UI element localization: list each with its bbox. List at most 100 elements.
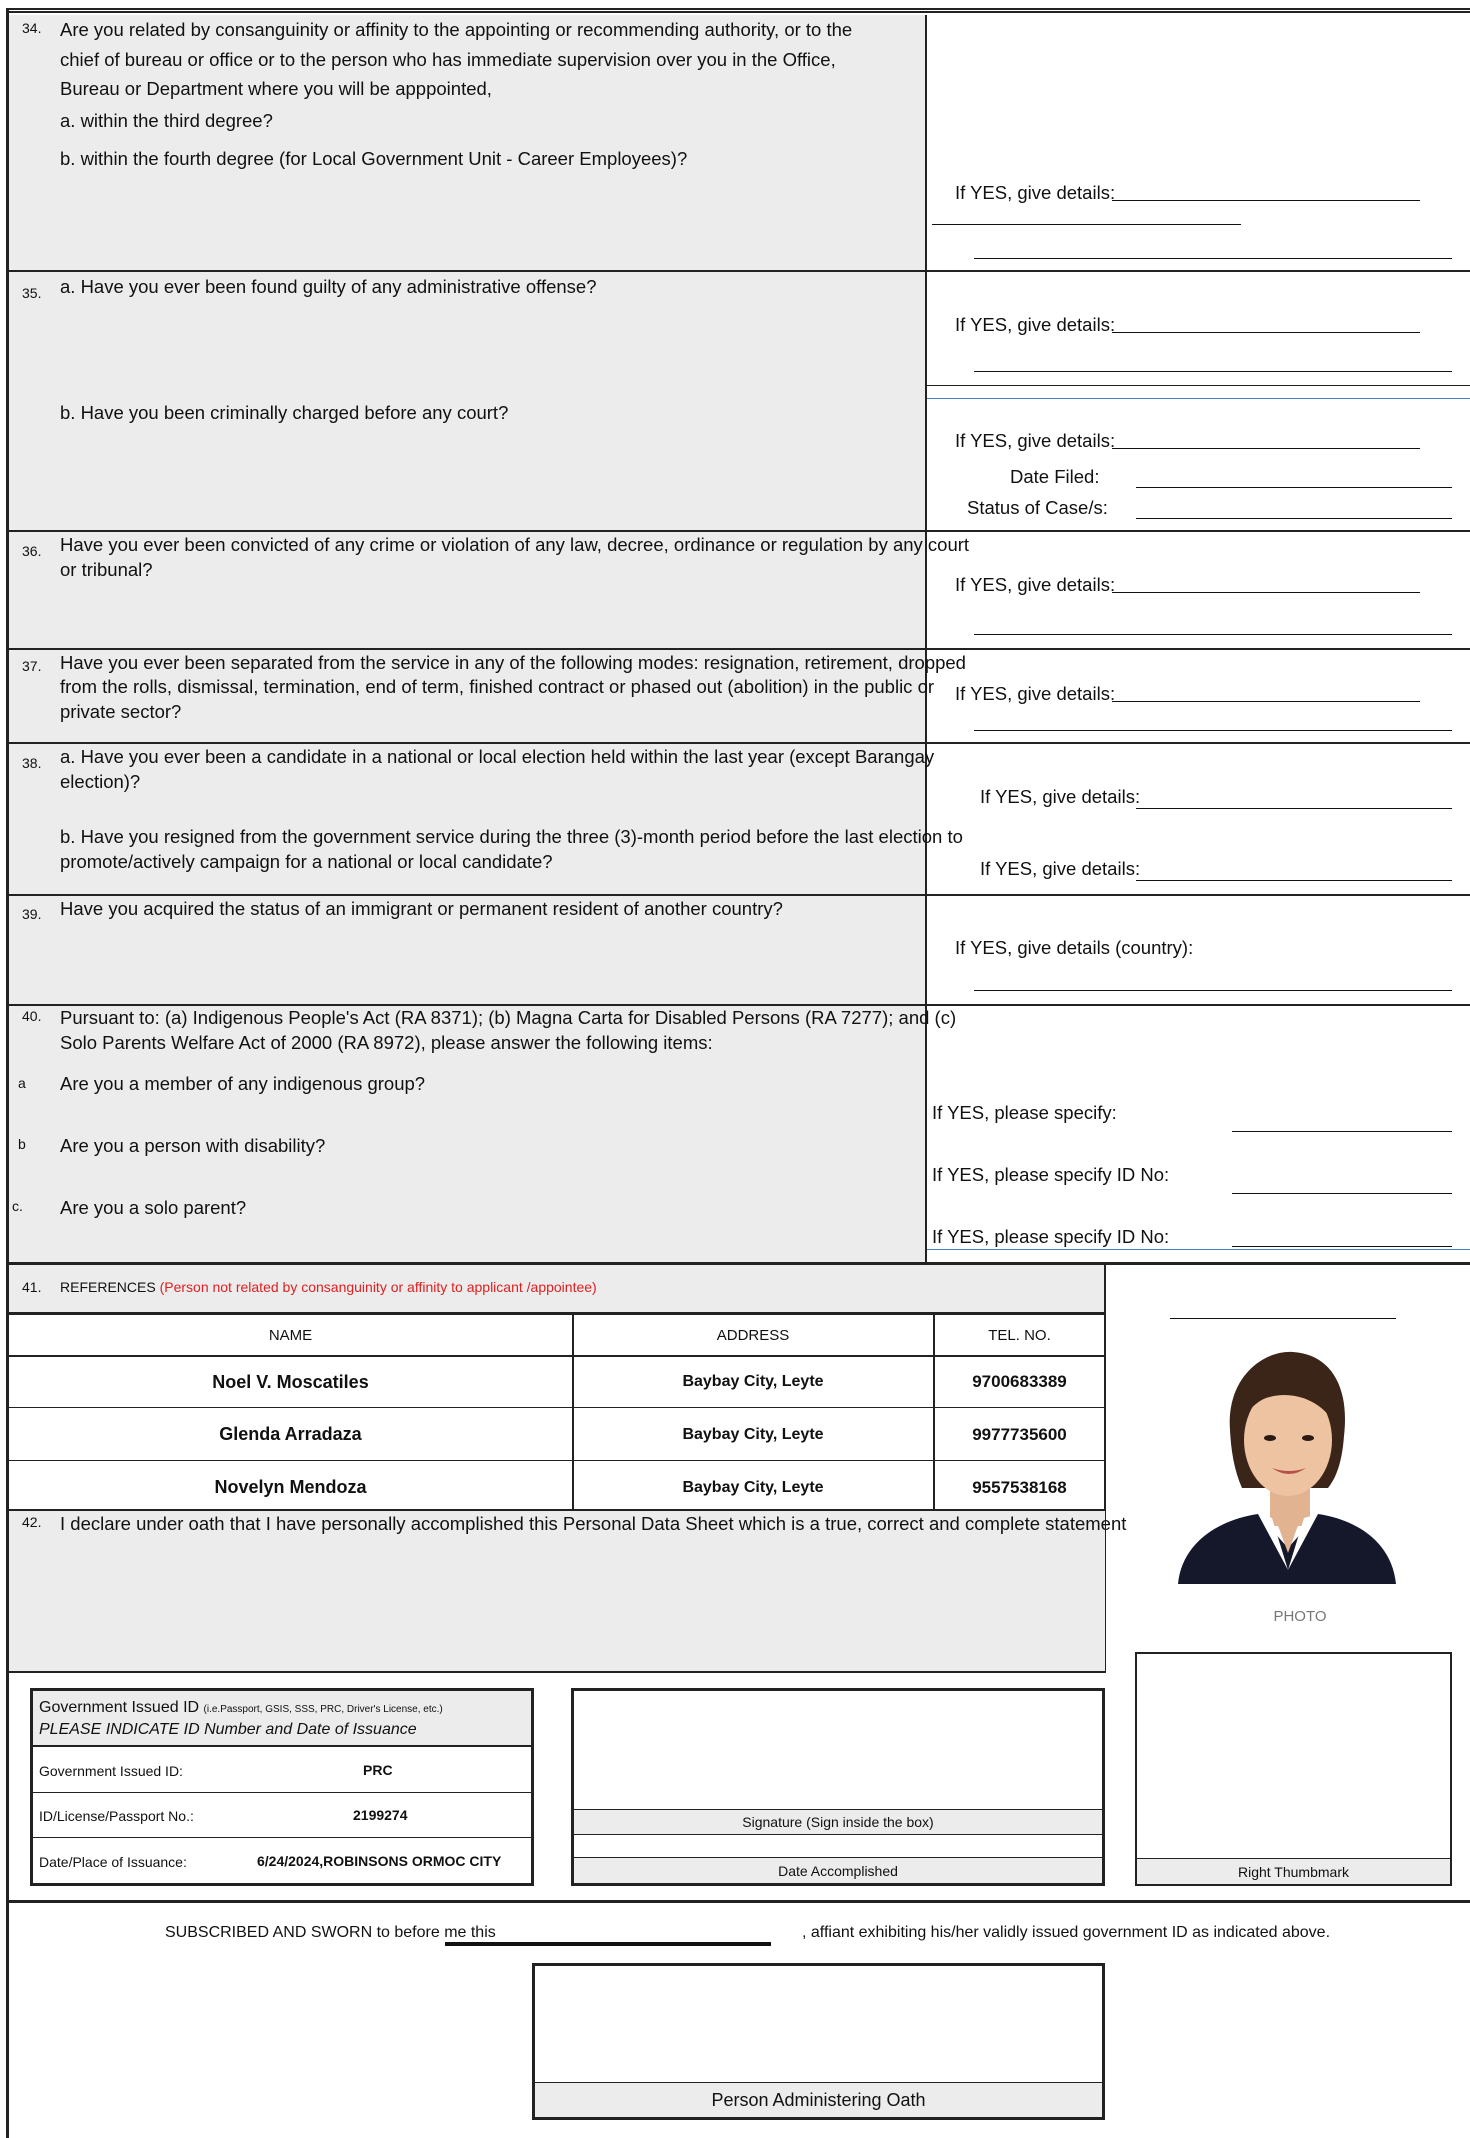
oath-text-after: , affiant exhibiting his/her validly iss… bbox=[802, 1924, 1331, 1941]
q40-item-c: Are you a solo parent? bbox=[60, 1197, 247, 1218]
references-title: REFERENCES (Person not related by consan… bbox=[60, 1279, 597, 1295]
q37-number: 37. bbox=[22, 658, 42, 674]
references-header-address: ADDRESS bbox=[716, 1326, 790, 1344]
q38-details-b-label: If YES, give details: bbox=[980, 858, 1141, 879]
gov-id-row-divider bbox=[33, 1792, 531, 1793]
references-row-divider bbox=[9, 1407, 1105, 1408]
gov-id-title: Government Issued ID bbox=[39, 1699, 200, 1716]
q40-text-line1: Pursuant to: (a) Indigenous People's Act… bbox=[60, 1007, 957, 1028]
date-accomplished-label: Date Accomplished bbox=[574, 1857, 1102, 1883]
reference-name: Novelyn Mendoza bbox=[214, 1477, 367, 1497]
photo-label: PHOTO bbox=[1273, 1608, 1327, 1625]
q40-letter-b: b bbox=[18, 1136, 26, 1152]
q40-bottom-blue-line bbox=[927, 1249, 1470, 1250]
gov-id-number-label: ID/License/Passport No.: bbox=[39, 1808, 194, 1824]
q35-details-b-field[interactable] bbox=[1112, 448, 1420, 449]
q39-details-label: If YES, give details (country): bbox=[955, 937, 1194, 958]
row-divider bbox=[8, 742, 1470, 744]
gov-id-title-line: Government Issued ID (i.e.Passport, GSIS… bbox=[39, 1699, 443, 1717]
q39-details-field[interactable] bbox=[974, 990, 1452, 991]
reference-name: Glenda Arradaza bbox=[219, 1424, 362, 1444]
q35-status-label: Status of Case/s: bbox=[967, 497, 1108, 518]
q34-details-field-3[interactable] bbox=[974, 258, 1452, 259]
q35-item-b: b. Have you been criminally charged befo… bbox=[60, 402, 509, 423]
thumbmark-label: Right Thumbmark bbox=[1137, 1858, 1450, 1884]
gov-id-subtitle: PLEASE INDICATE ID Number and Date of Is… bbox=[39, 1721, 417, 1738]
photo-portrait-icon bbox=[1178, 1351, 1396, 1584]
gov-id-type-label: Government Issued ID: bbox=[39, 1763, 183, 1779]
reference-address: Baybay City, Leyte bbox=[682, 1425, 824, 1443]
references-header-row: NAME ADDRESS TEL. NO. bbox=[9, 1315, 1105, 1355]
q37-text-line3: private sector? bbox=[60, 701, 182, 722]
q35-item-a: a. Have you ever been found guilty of an… bbox=[60, 276, 597, 297]
references-note: (Person not related by consanguinity or … bbox=[159, 1279, 597, 1295]
q37-details-field[interactable] bbox=[1112, 701, 1420, 702]
top-border bbox=[8, 8, 1470, 13]
reference-tel: 9700683389 bbox=[972, 1372, 1067, 1391]
q34-details-field-2[interactable] bbox=[932, 224, 1241, 225]
q34-text-line2: chief of bureau or office or to the pers… bbox=[60, 49, 836, 70]
column-divider bbox=[925, 15, 927, 1263]
q38-details-b-field[interactable] bbox=[1136, 880, 1452, 881]
q37-details-field-2[interactable] bbox=[974, 730, 1452, 731]
q34-details-field[interactable] bbox=[1112, 200, 1420, 201]
q34-text-line1: Are you related by consanguinity or affi… bbox=[60, 19, 853, 40]
references-header-name: NAME bbox=[268, 1326, 313, 1344]
q35-status-field[interactable] bbox=[1136, 518, 1452, 519]
q35-details-a-label: If YES, give details: bbox=[955, 314, 1116, 335]
gov-id-date-label: Date/Place of Issuance: bbox=[39, 1854, 187, 1870]
q38-details-a-label: If YES, give details: bbox=[980, 786, 1141, 807]
reference-tel: 9977735600 bbox=[972, 1424, 1067, 1444]
q39-number: 39. bbox=[22, 906, 42, 922]
row-divider bbox=[8, 530, 1470, 532]
gov-id-row-divider bbox=[33, 1837, 531, 1838]
photo bbox=[1168, 1338, 1402, 1584]
references-row-divider bbox=[9, 1460, 1105, 1461]
gov-id-number-value: 2199274 bbox=[353, 1807, 408, 1823]
references-table: NAME ADDRESS TEL. NO. Noel V. Moscatiles… bbox=[9, 1312, 1105, 1513]
oath-box-label: Person Administering Oath bbox=[535, 2082, 1102, 2117]
reference-address: Baybay City, Leyte bbox=[682, 1478, 824, 1496]
q40-letter-c: c. bbox=[12, 1198, 23, 1214]
oath-box[interactable]: Person Administering Oath bbox=[532, 1963, 1105, 2120]
q38-item-b-line1: b. Have you resigned from the government… bbox=[60, 826, 963, 847]
reference-tel: 9557538168 bbox=[972, 1477, 1067, 1497]
thumbmark-box[interactable]: Right Thumbmark bbox=[1135, 1652, 1452, 1886]
q38-item-a-line2: election)? bbox=[60, 771, 141, 792]
q35-date-filed-field[interactable] bbox=[1136, 487, 1452, 488]
table-row: Novelyn Mendoza Baybay City, Leyte 95575… bbox=[9, 1462, 1105, 1513]
q35-details-a-field[interactable] bbox=[1112, 332, 1420, 333]
section-divider bbox=[8, 1900, 1470, 1903]
q38-item-a-line1: a. Have you ever been a candidate in a n… bbox=[60, 746, 935, 767]
q35-inner-divider-blue bbox=[927, 398, 1470, 399]
q38-details-a-field[interactable] bbox=[1136, 808, 1452, 809]
q36-number: 36. bbox=[22, 543, 42, 559]
table-row: Noel V. Moscatiles Baybay City, Leyte 97… bbox=[9, 1357, 1105, 1407]
signature-label: Signature (Sign inside the box) bbox=[574, 1809, 1102, 1835]
gov-id-date-value: 6/24/2024,ROBINSONS ORMOC CITY bbox=[257, 1853, 502, 1869]
signature-box[interactable]: Signature (Sign inside the box) Date Acc… bbox=[571, 1688, 1105, 1886]
q35-inner-divider bbox=[927, 385, 1470, 386]
q36-text-line1: Have you ever been convicted of any crim… bbox=[60, 534, 970, 555]
q35-date-filed-label: Date Filed: bbox=[1010, 466, 1100, 487]
oath-date-field[interactable] bbox=[445, 1942, 771, 1946]
oath-text-before: SUBSCRIBED AND SWORN to before me this bbox=[165, 1924, 496, 1941]
gov-id-type-value: PRC bbox=[363, 1762, 393, 1778]
q40-specify-c-label: If YES, please specify ID No: bbox=[932, 1226, 1170, 1247]
q35-details-a-field-2[interactable] bbox=[974, 371, 1452, 372]
q40-specify-a-label: If YES, please specify: bbox=[932, 1102, 1117, 1123]
q34-number: 34. bbox=[22, 20, 42, 36]
gov-id-title-small: (i.e.Passport, GSIS, SSS, PRC, Driver's … bbox=[203, 1704, 443, 1715]
q34-details-label: If YES, give details: bbox=[955, 182, 1116, 203]
q36-details-field[interactable] bbox=[1112, 592, 1420, 593]
q40-specify-c-field[interactable] bbox=[1232, 1246, 1452, 1247]
q36-details-field-2[interactable] bbox=[974, 634, 1452, 635]
q40-specify-a-field[interactable] bbox=[1232, 1131, 1452, 1132]
q35-number: 35. bbox=[22, 285, 42, 301]
q40-number: 40. bbox=[22, 1008, 42, 1024]
q40-specify-b-field[interactable] bbox=[1232, 1193, 1452, 1194]
q34-text-line3: Bureau or Department where you will be a… bbox=[60, 78, 492, 99]
q36-text-line2: or tribunal? bbox=[60, 559, 153, 580]
q40-specify-b-label: If YES, please specify ID No: bbox=[932, 1164, 1170, 1185]
row-divider bbox=[8, 270, 1470, 272]
